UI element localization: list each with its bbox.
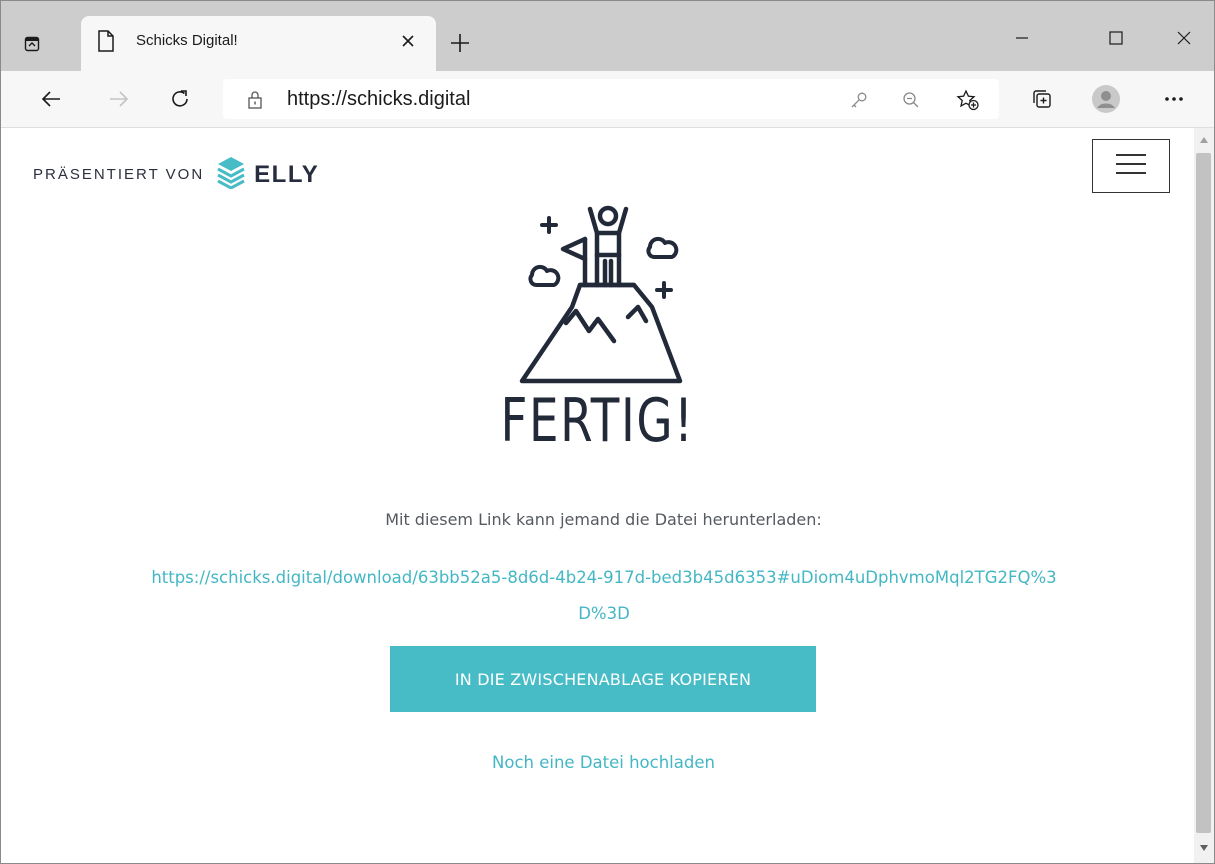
active-tab[interactable]: Schicks Digital! [81, 16, 436, 71]
scroll-down-icon[interactable] [1194, 838, 1214, 858]
close-icon[interactable] [401, 34, 415, 53]
brand-name: ELLY [254, 160, 320, 188]
close-window-icon[interactable] [1159, 23, 1209, 53]
refresh-icon[interactable] [164, 83, 196, 115]
page-title: FERTIG! [500, 386, 695, 456]
collections-icon[interactable] [1026, 83, 1058, 115]
browser-window: Schicks Digital! https://schicks.digital… [0, 0, 1215, 864]
menu-icon [1115, 152, 1147, 181]
page-content: PRÄSENTIERT VON ELLY FERTIG! Mit diesem … [1, 128, 1194, 863]
tab-strip: Schicks Digital! [1, 1, 1214, 71]
page-icon [97, 30, 115, 57]
arrow-left-icon[interactable] [35, 83, 67, 115]
vertical-scrollbar[interactable] [1194, 128, 1214, 863]
mountain-summit-illustration [514, 203, 694, 393]
address-bar[interactable]: https://schicks.digital [223, 79, 999, 119]
scrollbar-thumb[interactable] [1196, 153, 1211, 833]
plus-icon[interactable] [450, 33, 470, 58]
more-icon[interactable] [1158, 83, 1190, 115]
copy-to-clipboard-button[interactable]: IN DIE ZWISCHENABLAGE KOPIEREN [390, 646, 816, 712]
presented-by-label: PRÄSENTIERT VON [33, 166, 205, 183]
arrow-right-icon[interactable] [103, 83, 135, 115]
key-icon[interactable] [847, 89, 871, 111]
maximize-icon[interactable] [1091, 23, 1141, 53]
elly-logo-icon [216, 155, 246, 194]
info-text: Mit diesem Link kann jemand die Datei he… [385, 510, 822, 529]
download-link[interactable]: https://schicks.digital/download/63bb52a… [141, 560, 1067, 632]
browser-toolbar: https://schicks.digital [1, 71, 1214, 128]
upload-another-link[interactable]: Noch eine Datei hochladen [1, 753, 1206, 772]
address-url: https://schicks.digital [287, 88, 471, 110]
avatar-icon[interactable] [1090, 83, 1122, 115]
brand-header: PRÄSENTIERT VON ELLY [33, 155, 319, 194]
star-add-icon[interactable] [956, 89, 980, 111]
minimize-icon[interactable] [997, 23, 1047, 53]
hamburger-menu-button[interactable] [1092, 139, 1170, 193]
scroll-up-icon[interactable] [1194, 130, 1214, 150]
zoom-out-icon[interactable] [899, 89, 923, 111]
tab-title: Schicks Digital! [136, 32, 238, 49]
lock-icon[interactable] [247, 91, 263, 114]
tab-actions-icon[interactable] [17, 29, 47, 59]
